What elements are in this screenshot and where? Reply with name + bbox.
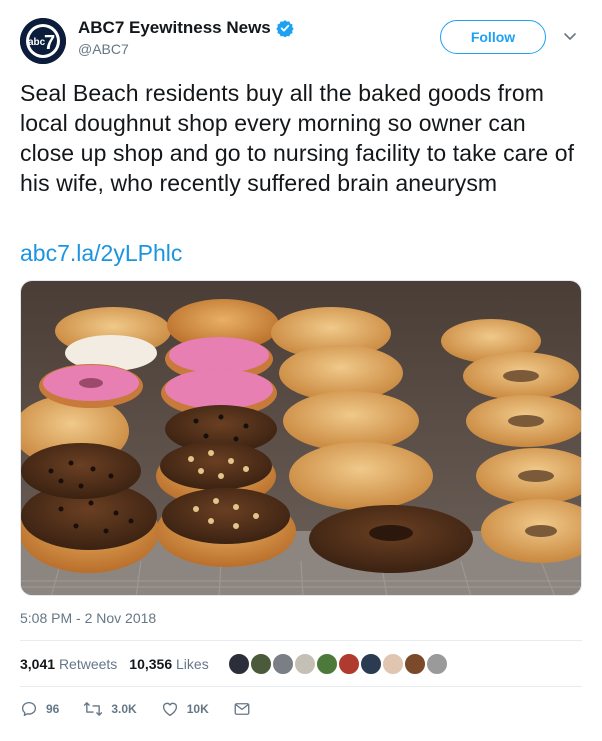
chevron-down-icon[interactable] [562, 28, 578, 44]
envelope-icon [234, 703, 250, 715]
retweet-action[interactable]: 3.0K [83, 700, 137, 718]
reply-icon [21, 701, 37, 717]
tweet-timestamp[interactable]: 5:08 PM - 2 Nov 2018 [20, 610, 156, 626]
retweets-label: Retweets [58, 656, 118, 672]
tweet-actions: 96 3.0K 10K [20, 700, 283, 718]
verified-badge-icon [276, 20, 294, 37]
liker-avatar[interactable] [249, 652, 273, 676]
svg-text:7: 7 [44, 32, 55, 54]
abc7-avatar[interactable]: abc 7 [20, 18, 66, 64]
reply-action[interactable]: 96 [20, 700, 59, 718]
retweet-count: 3.0K [111, 702, 137, 716]
liker-avatar[interactable] [359, 652, 383, 676]
retweet-icon [84, 702, 103, 716]
doughnut-photo [21, 281, 581, 595]
account-names: ABC7 Eyewitness News @ABC7 [78, 18, 294, 57]
liker-avatar[interactable] [381, 652, 405, 676]
divider [20, 686, 582, 687]
liker-avatar[interactable] [315, 652, 339, 676]
liker-avatars [227, 652, 449, 676]
tweet-text: Seal Beach residents buy all the baked g… [20, 80, 575, 196]
display-name[interactable]: ABC7 Eyewitness News [78, 18, 271, 38]
display-name-row[interactable]: ABC7 Eyewitness News [78, 18, 294, 38]
liker-avatar[interactable] [293, 652, 317, 676]
message-action[interactable] [233, 700, 259, 718]
liker-avatar[interactable] [403, 652, 427, 676]
likes-count: 10,356 [129, 656, 173, 672]
like-count: 10K [186, 702, 209, 716]
liker-avatar[interactable] [271, 652, 295, 676]
tweet-header: abc 7 ABC7 Eyewitness News @ABC7 Follow [20, 14, 582, 64]
divider [20, 640, 582, 641]
tweet-media-image[interactable] [20, 280, 582, 596]
heart-icon [162, 702, 177, 717]
follow-button[interactable]: Follow [440, 20, 546, 54]
retweets-count: 3,041 [20, 656, 56, 672]
liker-avatar[interactable] [227, 652, 251, 676]
like-action[interactable]: 10K [161, 700, 209, 718]
reply-count: 96 [46, 702, 60, 716]
liker-avatar[interactable] [425, 652, 449, 676]
likes-stat[interactable]: 10,356 Likes [129, 656, 208, 672]
engagement-stats: 3,041 Retweets 10,356 Likes [20, 652, 221, 676]
tweet-link[interactable]: abc7.la/2yLPhlc [20, 238, 182, 268]
account-handle[interactable]: @ABC7 [78, 41, 294, 57]
retweets-stat[interactable]: 3,041 Retweets [20, 656, 117, 672]
liker-avatar[interactable] [337, 652, 361, 676]
likes-label: Likes [176, 656, 209, 672]
